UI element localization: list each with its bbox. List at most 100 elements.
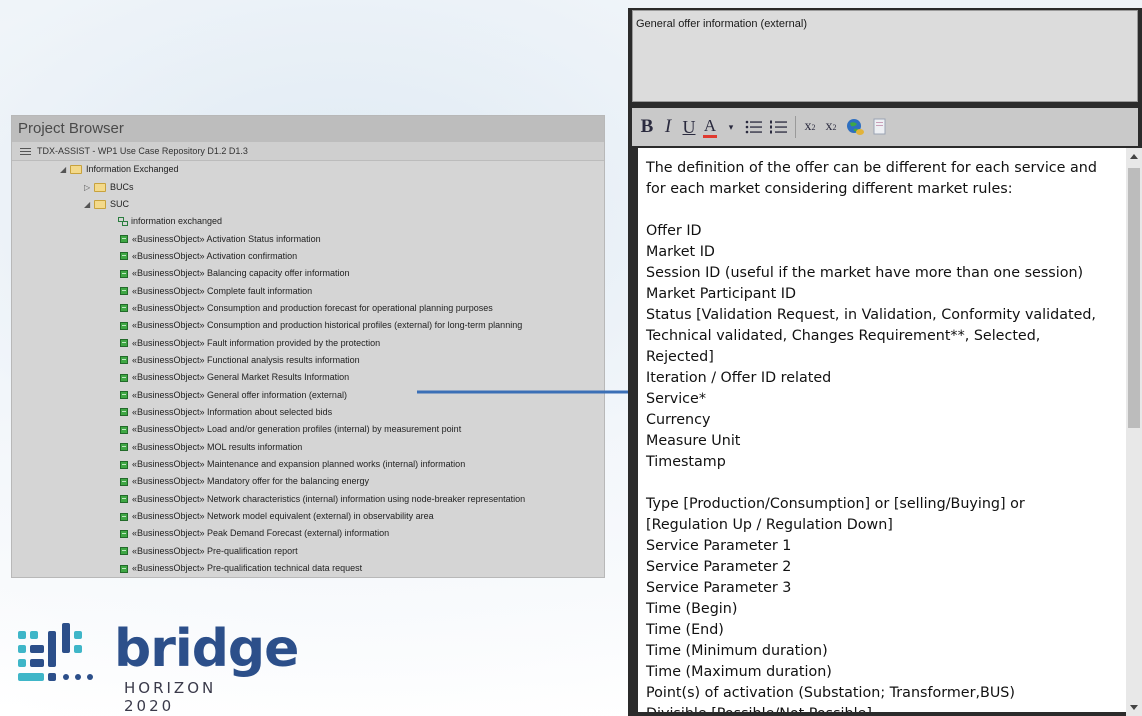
business-object-icon xyxy=(120,391,128,400)
bridge-logo: bridge HORIZON 2020 xyxy=(14,615,299,715)
folder-icon xyxy=(94,199,106,209)
tree-business-object[interactable]: «BusinessObject» Mandatory offer for the… xyxy=(12,473,604,490)
text-line: Iteration / Offer ID related xyxy=(646,370,832,386)
subscript-button[interactable]: x2 xyxy=(824,116,838,138)
text-line: for each market considering different ma… xyxy=(646,181,1013,197)
underline-button[interactable]: U xyxy=(682,116,696,138)
tree-business-object[interactable]: «BusinessObject» Network characteristics… xyxy=(12,491,604,508)
business-object-label: «BusinessObject» Consumption and product… xyxy=(132,302,493,313)
font-color-button[interactable]: A xyxy=(703,116,717,138)
business-object-icon xyxy=(120,304,128,313)
text-line: Market Participant ID xyxy=(646,286,796,302)
tree-business-object[interactable]: «BusinessObject» Activation confirmation xyxy=(12,248,604,265)
business-object-icon xyxy=(120,547,128,556)
business-object-label: «BusinessObject» Pre-qualification repor… xyxy=(132,545,298,556)
business-object-icon xyxy=(120,564,128,573)
tree-business-object[interactable]: «BusinessObject» Complete fault informat… xyxy=(12,282,604,299)
expanded-arrow-icon[interactable]: ◢ xyxy=(84,196,94,213)
text-line: Time (Maximum duration) xyxy=(646,664,832,680)
business-object-icon xyxy=(120,512,128,521)
tree-business-object[interactable]: «BusinessObject» Network model equivalen… xyxy=(12,508,604,525)
folder-icon xyxy=(70,165,82,175)
business-object-icon xyxy=(120,235,128,244)
tree-business-object[interactable]: «BusinessObject» Activation Status infor… xyxy=(12,230,604,247)
scroll-up-icon[interactable] xyxy=(1130,154,1138,159)
logo-mark-icon xyxy=(18,623,93,681)
scroll-down-icon[interactable] xyxy=(1130,705,1138,710)
tree-business-object[interactable]: «BusinessObject» Maintenance and expansi… xyxy=(12,456,604,473)
business-object-label: «BusinessObject» Activation confirmation xyxy=(132,250,298,261)
text-line: Divisible [Possible/Not Possible] xyxy=(646,704,1118,712)
repository-label: TDX-ASSIST - WP1 Use Case Repository D1.… xyxy=(37,146,248,156)
tree-folder-information-exchanged[interactable]: ◢ Information Exchanged xyxy=(12,161,604,178)
tree-folder-bucs[interactable]: ▷ BUCs xyxy=(12,178,604,195)
tree-business-object[interactable]: «BusinessObject» Fault information provi… xyxy=(12,334,604,351)
tree-business-object[interactable]: «BusinessObject» Peak Demand Forecast (e… xyxy=(12,525,604,542)
business-object-label: «BusinessObject» Maintenance and expansi… xyxy=(132,459,466,470)
tree-business-object[interactable]: «BusinessObject» Information about selec… xyxy=(12,404,604,421)
text-line: Offer ID xyxy=(646,223,702,239)
font-color-dropdown-icon[interactable]: ▾ xyxy=(724,116,738,138)
tree-business-object[interactable]: «BusinessObject» General Market Results … xyxy=(12,369,604,386)
project-browser-title: Project Browser xyxy=(12,116,604,142)
folder-icon xyxy=(94,182,106,192)
business-object-icon xyxy=(120,269,128,278)
tree-folder-suc[interactable]: ◢ SUC xyxy=(12,196,604,213)
business-object-label: «BusinessObject» Load and/or generation … xyxy=(132,424,462,435)
tree-business-object[interactable]: «BusinessObject» Pre-qualification repor… xyxy=(12,543,604,560)
diagram-icon xyxy=(118,217,128,227)
project-tree: ◢ Information Exchanged ▷ BUCs ◢ SUC inf… xyxy=(12,161,604,577)
text-line: [Regulation Up / Regulation Down] xyxy=(646,517,893,533)
collapsed-arrow-icon[interactable]: ▷ xyxy=(84,179,94,196)
tree-business-object[interactable]: «BusinessObject» Load and/or generation … xyxy=(12,421,604,438)
expanded-arrow-icon[interactable]: ◢ xyxy=(60,161,70,178)
text-line: The definition of the offer can be diffe… xyxy=(646,160,1097,176)
project-browser-panel: Project Browser TDX-ASSIST - WP1 Use Cas… xyxy=(11,115,605,578)
toolbar-separator xyxy=(795,116,796,138)
text-line: Status [Validation Request, in Validatio… xyxy=(646,307,1096,323)
business-object-icon xyxy=(120,339,128,348)
business-object-label: «BusinessObject» Complete fault informat… xyxy=(132,285,313,296)
hyperlink-globe-icon[interactable] xyxy=(845,116,865,138)
text-line: Service Parameter 3 xyxy=(646,580,792,596)
tree-diagram[interactable]: information exchanged xyxy=(12,213,604,230)
text-line: Technical validated, Changes Requirement… xyxy=(646,328,1041,344)
repository-root[interactable]: TDX-ASSIST - WP1 Use Case Repository D1.… xyxy=(12,142,604,161)
text-line: Point(s) of activation (Substation; Tran… xyxy=(646,685,1015,701)
bullet-list-icon[interactable] xyxy=(745,116,763,138)
italic-button[interactable]: I xyxy=(661,116,675,138)
business-object-label: «BusinessObject» Activation Status infor… xyxy=(132,233,321,244)
business-object-icon xyxy=(120,477,128,486)
logo-subtitle: HORIZON 2020 xyxy=(124,679,217,715)
bold-button[interactable]: B xyxy=(640,116,654,138)
business-object-label: «BusinessObject» Network characteristics… xyxy=(132,493,526,504)
tree-business-object[interactable]: «BusinessObject» MOL results information xyxy=(12,439,604,456)
tree-business-object[interactable]: «BusinessObject» Functional analysis res… xyxy=(12,352,604,369)
business-object-label: «BusinessObject» Network model equivalen… xyxy=(132,511,434,522)
business-object-icon xyxy=(120,460,128,469)
vertical-scrollbar[interactable] xyxy=(1126,148,1142,716)
text-line: Service* xyxy=(646,391,706,407)
clear-format-icon[interactable] xyxy=(872,116,888,138)
business-object-label: «BusinessObject» Peak Demand Forecast (e… xyxy=(132,528,390,539)
link-arrow xyxy=(417,386,642,398)
business-object-icon xyxy=(120,443,128,452)
numbered-list-icon[interactable] xyxy=(770,116,788,138)
business-object-label: «BusinessObject» Functional analysis res… xyxy=(132,354,360,365)
text-line: Timestamp xyxy=(646,454,726,470)
tree-business-object[interactable]: «BusinessObject» Balancing capacity offe… xyxy=(12,265,604,282)
element-name-field[interactable]: General offer information (external) xyxy=(632,10,1138,102)
tree-business-object[interactable]: «BusinessObject» Pre-qualification techn… xyxy=(12,560,604,577)
business-object-icon xyxy=(120,529,128,538)
text-line: Rejected] xyxy=(646,349,714,365)
tree-business-object[interactable]: «BusinessObject» Consumption and product… xyxy=(12,300,604,317)
scroll-thumb[interactable] xyxy=(1128,168,1140,428)
business-object-label: «BusinessObject» MOL results information xyxy=(132,441,303,452)
menu-icon xyxy=(20,146,31,157)
superscript-button[interactable]: x2 xyxy=(803,116,817,138)
business-object-label: «BusinessObject» Pre-qualification techn… xyxy=(132,563,363,574)
tree-business-object[interactable]: «BusinessObject» Consumption and product… xyxy=(12,317,604,334)
text-line: Time (Begin) xyxy=(646,601,738,617)
notes-text-area[interactable]: The definition of the offer can be diffe… xyxy=(638,148,1126,712)
business-object-label: «BusinessObject» Information about selec… xyxy=(132,406,333,417)
